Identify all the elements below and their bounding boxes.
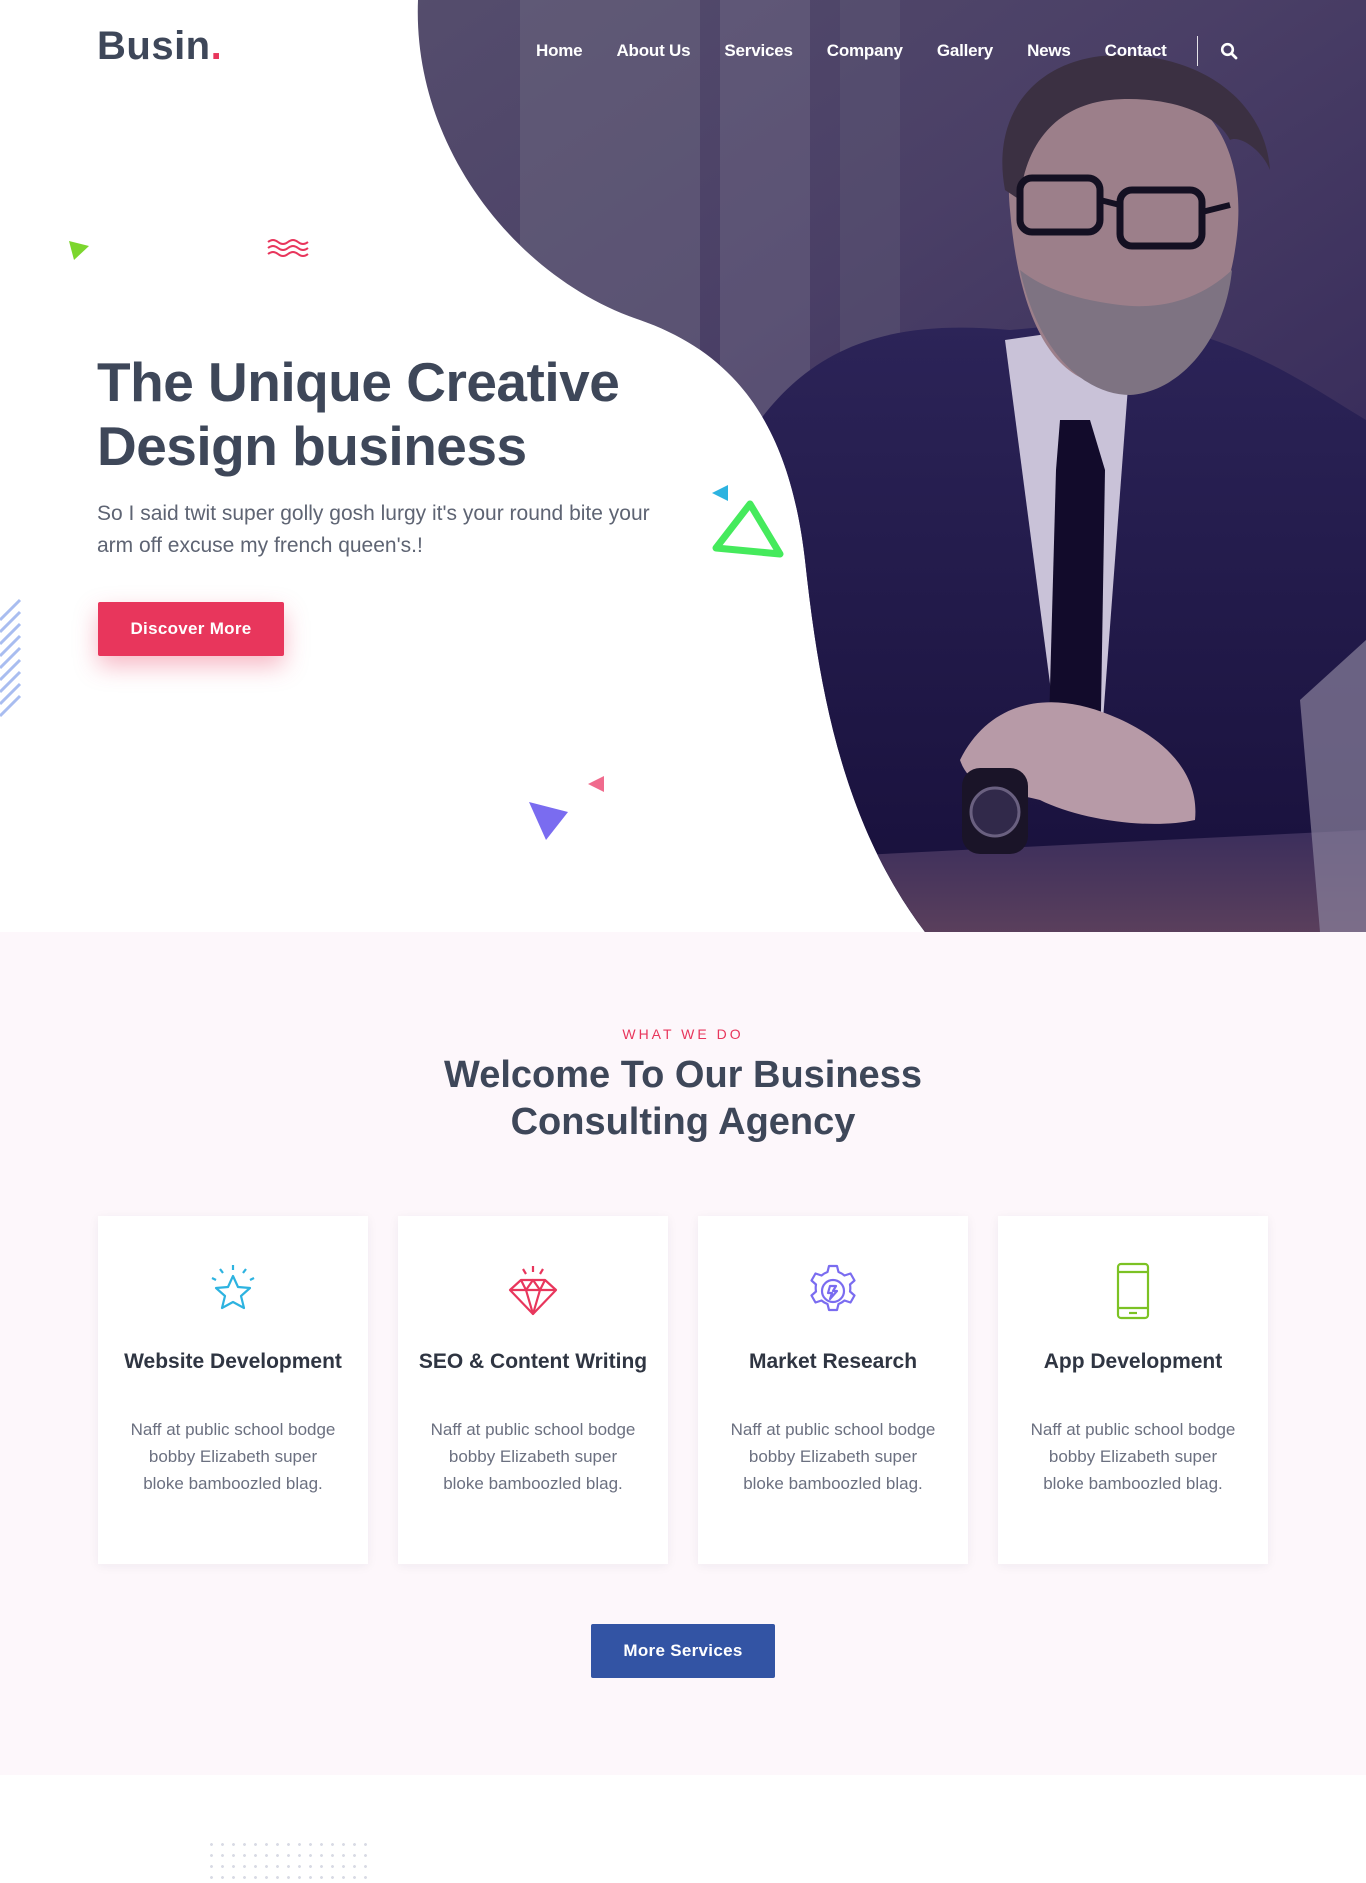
nav-contact[interactable]: Contact (1105, 41, 1167, 61)
wave-lines-icon (267, 239, 309, 257)
card-text: Naff at public school bodge bobby Elizab… (430, 1420, 636, 1493)
card-title: Market Research (748, 1350, 918, 1373)
more-services-button[interactable]: More Services (591, 1624, 775, 1678)
search-icon (1220, 42, 1237, 60)
gear-icon (810, 1264, 856, 1312)
pink-triangle-icon (588, 776, 604, 792)
discover-more-button[interactable]: Discover More (98, 602, 284, 656)
card-title: Website Development (124, 1350, 342, 1373)
card-icon-wrap (203, 1261, 263, 1321)
card-icon-wrap (1103, 1261, 1163, 1321)
diamond-icon (508, 1266, 558, 1316)
nav-services[interactable]: Services (724, 41, 793, 61)
nav-about-us[interactable]: About Us (616, 41, 690, 61)
green-glow-triangle-icon (712, 500, 784, 558)
logo-dot: . (210, 24, 223, 68)
service-card-seo-content-writing[interactable]: SEO & Content Writing Naff at public sch… (398, 1216, 668, 1564)
next-section (0, 1775, 1366, 1883)
nav-home[interactable]: Home (536, 41, 583, 61)
logo-text: Busin (97, 24, 211, 68)
section-title: Welcome To Our Business Consulting Agenc… (444, 1054, 922, 1143)
services-section: WHAT WE DO Welcome To Our Business Consu… (0, 932, 1366, 1775)
purple-triangle-icon (529, 802, 568, 840)
site-logo[interactable]: Busin. (97, 24, 222, 69)
card-icon-wrap (503, 1261, 563, 1321)
card-title: App Development (1043, 1350, 1223, 1373)
smartphone-icon (1116, 1262, 1150, 1320)
hero-title: The Unique Creative Design business (97, 351, 620, 477)
nav-news[interactable]: News (1027, 41, 1071, 61)
main-nav: Home About Us Services Company Gallery N… (536, 36, 1240, 66)
service-card-market-research[interactable]: Market Research Naff at public school bo… (698, 1216, 968, 1564)
nav-divider (1196, 36, 1198, 66)
dots-pattern (206, 1839, 370, 1883)
card-text: Naff at public school bodge bobby Elizab… (730, 1420, 936, 1493)
nav-company[interactable]: Company (827, 41, 903, 61)
card-text: Naff at public school bodge bobby Elizab… (130, 1420, 336, 1493)
search-button[interactable] (1218, 40, 1240, 62)
hero-section: Busin. Home About Us Services Company Ga… (0, 0, 1366, 932)
green-triangle-icon (69, 241, 89, 260)
section-eyebrow: WHAT WE DO (622, 1026, 744, 1042)
hero-text: So I said twit super golly gosh lurgy it… (97, 502, 650, 557)
diagonal-stripes-icon (0, 598, 22, 718)
card-text: Naff at public school bodge bobby Elizab… (1030, 1420, 1236, 1493)
service-card-app-development[interactable]: App Development Naff at public school bo… (998, 1216, 1268, 1564)
nav-gallery[interactable]: Gallery (937, 41, 993, 61)
service-card-website-development[interactable]: Website Development Naff at public schoo… (98, 1216, 368, 1564)
card-icon-wrap (803, 1261, 863, 1321)
card-title: SEO & Content Writing (418, 1350, 648, 1373)
star-icon (211, 1265, 255, 1310)
